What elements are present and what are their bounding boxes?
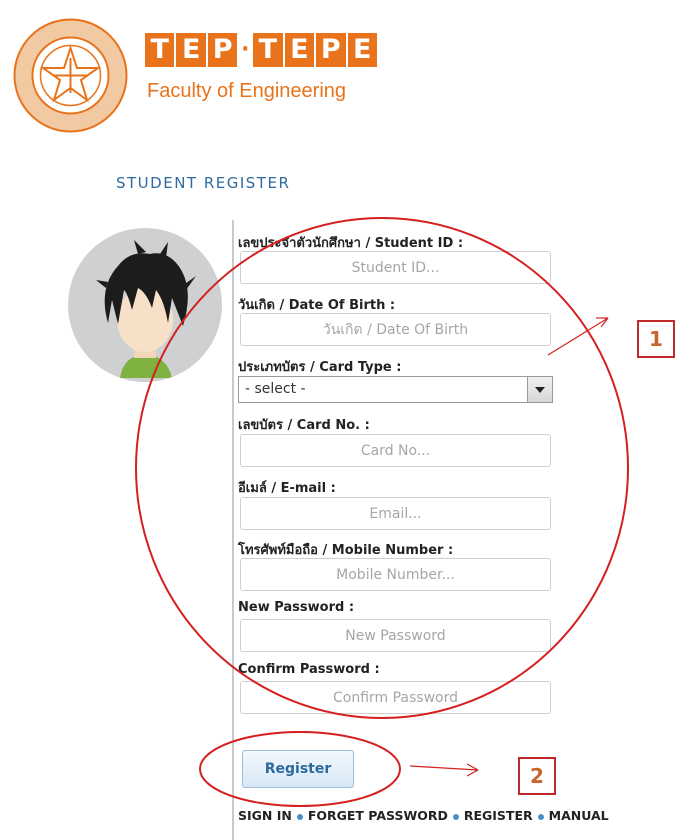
mobile-number-input[interactable]	[240, 558, 551, 591]
card-type-select[interactable]: - select -	[238, 376, 553, 403]
nav-sign-in-link[interactable]: SIGN IN	[238, 808, 292, 823]
bullet-icon	[296, 813, 303, 820]
logo-letter: P	[207, 33, 238, 67]
student-id-input[interactable]	[240, 251, 551, 284]
email-input[interactable]	[240, 497, 551, 530]
date-of-birth-input[interactable]	[240, 313, 551, 346]
logo-letter: T	[253, 33, 283, 67]
bullet-icon	[537, 813, 544, 820]
chevron-down-icon[interactable]	[527, 377, 552, 402]
university-seal-icon	[13, 18, 128, 133]
user-avatar-icon	[96, 240, 196, 378]
bullet-icon	[452, 813, 459, 820]
logo-letter: E	[176, 33, 206, 67]
logo-letter: P	[316, 33, 346, 67]
mobile-number-label: โทรศัพท์มือถือ / Mobile Number :	[238, 543, 454, 558]
avatar	[68, 228, 222, 382]
new-password-label: New Password :	[238, 600, 355, 615]
nav-forget-password-link[interactable]: FORGET PASSWORD	[308, 808, 448, 823]
nav-manual-link[interactable]: MANUAL	[549, 808, 609, 823]
date-of-birth-label: วันเกิด / Date Of Birth :	[238, 298, 396, 313]
card-type-label: ประเภทบัตร / Card Type :	[238, 360, 402, 375]
register-button[interactable]: Register	[242, 750, 354, 788]
logo-letter: T	[145, 33, 175, 67]
page-title: STUDENT REGISTER	[116, 174, 291, 192]
annotation-badge-2: 2	[518, 757, 556, 795]
confirm-password-input[interactable]	[240, 681, 551, 714]
faculty-name: Faculty of Engineering	[147, 80, 347, 102]
logo-letter: ·	[241, 37, 250, 62]
card-no-label: เลขบัตร / Card No. :	[238, 418, 370, 433]
student-id-label: เลขประจำตัวนักศึกษา / Student ID :	[238, 236, 464, 251]
tep-tepe-logo: T E P · T E P E	[145, 33, 377, 67]
annotation-arrow-1	[547, 317, 609, 356]
annotation-arrow-2	[409, 763, 479, 777]
new-password-input[interactable]	[240, 619, 551, 652]
confirm-password-label: Confirm Password :	[238, 662, 380, 677]
card-type-selected: - select -	[245, 381, 306, 397]
card-no-input[interactable]	[240, 434, 551, 467]
bottom-nav: SIGN IN FORGET PASSWORD REGISTER MANUAL	[238, 808, 609, 823]
logo-letter: E	[347, 33, 377, 67]
annotation-badge-1: 1	[637, 320, 675, 358]
email-label: อีเมล์ / E-mail :	[238, 481, 336, 496]
vertical-divider	[232, 220, 234, 840]
nav-register-link[interactable]: REGISTER	[464, 808, 533, 823]
logo-letter: E	[284, 33, 315, 67]
